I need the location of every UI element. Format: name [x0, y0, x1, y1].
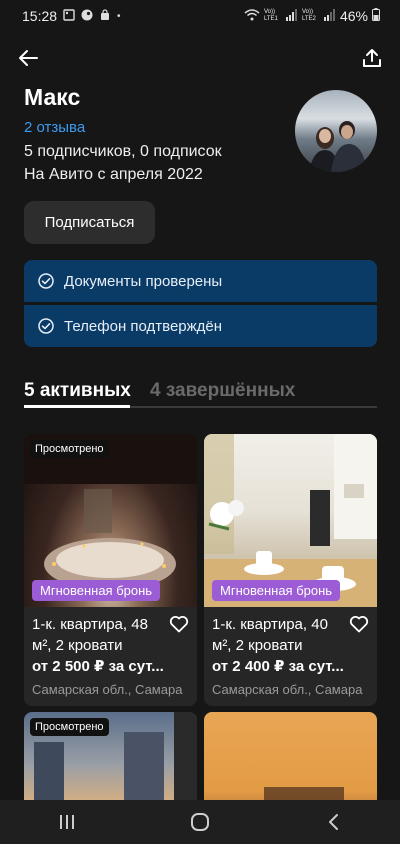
home-button[interactable]	[180, 807, 220, 837]
share-button[interactable]	[358, 44, 386, 72]
subscriptions-text[interactable]: 5 подписчиков, 0 подписок	[24, 143, 222, 161]
tab-active[interactable]: 5 активных	[24, 380, 131, 402]
listing-location: Самарская обл., Самара	[212, 682, 363, 697]
system-nav-bar	[0, 800, 400, 844]
listing-price: от 2 500 ₽ за сут...	[32, 658, 164, 675]
back-button[interactable]	[14, 44, 42, 72]
tab-active-indicator	[24, 405, 130, 408]
favorite-button[interactable]	[349, 615, 369, 633]
listing-tabs: 5 активных 4 завершённых	[24, 380, 377, 410]
dot-icon: •	[117, 10, 121, 22]
status-time: 15:28	[22, 8, 58, 24]
battery-icon	[372, 8, 380, 24]
share-icon	[363, 49, 381, 67]
listing-location: Самарская обл., Самара	[32, 682, 183, 697]
profile-name: Макс	[24, 84, 81, 110]
recent-apps-button[interactable]	[47, 807, 87, 837]
battery-percent: 46%	[339, 8, 368, 24]
arrow-left-icon	[19, 50, 38, 66]
image-icon	[63, 8, 75, 24]
check-circle-icon	[38, 318, 54, 334]
system-back-button[interactable]	[313, 807, 353, 837]
viewed-badge: Просмотрено	[30, 440, 109, 458]
sim2-label: Vo)) LTE2	[301, 9, 316, 22]
verification-label: Документы проверены	[64, 272, 223, 290]
avatar-photo-icon	[309, 121, 367, 172]
signal1-icon	[285, 8, 298, 24]
top-app-bar	[0, 44, 400, 72]
listing-title[interactable]: 1-к. квартира, 40 м², 2 кровати	[212, 614, 342, 656]
steam-icon	[81, 8, 93, 24]
sim1-label: Vo)) LTE1	[263, 9, 278, 22]
member-since-text: На Авито с апреля 2022	[24, 166, 203, 183]
check-circle-icon	[38, 273, 54, 289]
listing-photo[interactable]: Просмотрено Мгновенная бронь	[24, 434, 197, 607]
heart-icon	[169, 616, 189, 633]
tab-completed[interactable]: 4 завершённых	[150, 380, 295, 402]
subscribe-button[interactable]: Подписаться	[24, 201, 155, 244]
viewed-badge: Просмотрено	[30, 718, 109, 736]
listing-photo[interactable]: Мгновенная бронь	[204, 434, 377, 607]
bag-icon	[99, 8, 111, 24]
heart-icon	[349, 616, 369, 633]
signal2-icon	[323, 8, 336, 24]
chevron-left-icon	[329, 814, 339, 830]
favorite-button[interactable]	[169, 615, 189, 633]
status-bar: 15:28 • Vo)) LTE1 Vo)) LTE2 46%	[0, 0, 400, 32]
instant-booking-badge: Мгновенная бронь	[32, 580, 161, 601]
verification-label: Телефон подтверждён	[64, 317, 223, 335]
recents-icon	[59, 815, 74, 829]
avatar[interactable]	[295, 90, 377, 172]
listing-card[interactable]: Просмотрено Мгновенная бронь 1-к. кварти…	[24, 434, 197, 706]
wifi-icon	[244, 8, 260, 24]
instant-booking-badge: Мгновенная бронь	[212, 580, 341, 601]
home-icon	[190, 813, 209, 831]
listing-card[interactable]: Мгновенная бронь 1-к. квартира, 40 м², 2…	[204, 434, 377, 706]
listing-title[interactable]: 1-к. квартира, 48 м², 2 кровати	[32, 614, 162, 656]
verification-phone: Телефон подтверждён	[24, 305, 377, 347]
listing-price: от 2 400 ₽ за сут...	[212, 658, 344, 675]
verification-documents: Документы проверены	[24, 260, 377, 302]
reviews-link[interactable]: 2 отзыва	[24, 119, 85, 136]
